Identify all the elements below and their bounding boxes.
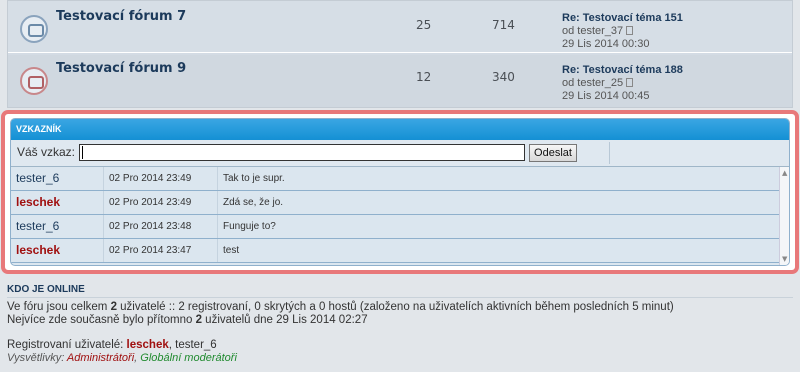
forum-topics-count: 12 — [416, 70, 432, 84]
message-row: tester_6 02 Pro 2014 23:48 Funguje to? — [11, 215, 779, 239]
online-title: KDO JE ONLINE — [7, 284, 85, 295]
divider — [217, 191, 218, 214]
scrollbar[interactable]: ▲ ▼ — [779, 167, 789, 265]
send-button[interactable]: Odeslat — [529, 144, 577, 162]
last-post-author: od tester_25 — [562, 77, 634, 89]
scroll-down-icon[interactable]: ▼ — [782, 255, 787, 263]
message-input[interactable] — [79, 144, 525, 161]
last-post-author-text[interactable]: od tester_25 — [562, 77, 623, 89]
message-time: 02 Pro 2014 23:49 — [109, 197, 192, 208]
message-user[interactable]: leschek — [16, 195, 60, 209]
message-user[interactable]: tester_6 — [16, 219, 59, 233]
message-row: leschek 02 Pro 2014 23:47 test — [11, 239, 779, 263]
divider — [7, 297, 793, 298]
message-row: tester_6 02 Pro 2014 23:49 Tak to je sup… — [11, 167, 779, 191]
online-text: Ve fóru jsou celkem — [7, 301, 111, 313]
forum-row: Testovací fórum 7 25 714 Re: Testovací t… — [8, 1, 792, 53]
text-caret — [82, 146, 83, 159]
forum-title[interactable]: Testovací fórum 7 — [56, 9, 186, 24]
legend-admins-link[interactable]: Administrátoři — [67, 352, 134, 364]
scroll-up-icon[interactable]: ▲ — [782, 169, 787, 177]
legend-label: Vysvětlivky: — [7, 352, 67, 364]
last-post-title[interactable]: Re: Testovací téma 151 — [562, 12, 683, 24]
online-record-line: Nejvíce zde současně bylo přítomno 2 uži… — [7, 314, 793, 327]
view-post-icon[interactable] — [626, 26, 634, 35]
message-user[interactable]: tester_6 — [16, 171, 59, 185]
divider — [103, 215, 104, 238]
message-user[interactable]: leschek — [16, 243, 60, 257]
shoutbox-highlight: VZKAZNÍK Váš vzkaz: Odeslat tester_6 02 … — [1, 110, 799, 274]
forum-list: Testovací fórum 7 25 714 Re: Testovací t… — [7, 0, 793, 108]
divider — [217, 167, 218, 190]
forum-posts-count: 340 — [492, 70, 515, 84]
registered-user-link[interactable]: leschek — [127, 339, 169, 351]
last-post-author: od tester_37 — [562, 25, 634, 37]
forum-row: Testovací fórum 9 12 340 Re: Testovací t… — [8, 55, 792, 107]
message-text: Zdá se, že jo. — [223, 197, 284, 208]
last-post-date: 29 Lis 2014 00:30 — [562, 38, 650, 50]
message-text: Tak to je supr. — [223, 173, 285, 184]
last-post-title[interactable]: Re: Testovací téma 188 — [562, 64, 683, 76]
message-list[interactable]: tester_6 02 Pro 2014 23:49 Tak to je sup… — [11, 167, 789, 265]
divider — [103, 239, 104, 262]
online-text: uživatelé :: 2 registrovaní, 0 skrytých … — [116, 301, 674, 313]
legend-global-mods-link[interactable]: Globální moderátoři — [140, 352, 237, 364]
online-users-line: Ve fóru jsou celkem 2 uživatelé :: 2 reg… — [7, 301, 793, 314]
shoutbox-form: Váš vzkaz: Odeslat — [11, 140, 789, 167]
message-time: 02 Pro 2014 23:48 — [109, 221, 192, 232]
forum-topics-count: 25 — [416, 18, 432, 32]
forum-read-icon — [20, 15, 48, 43]
who-is-online: KDO JE ONLINE Ve fóru jsou celkem 2 uživ… — [7, 284, 793, 365]
forum-locked-icon — [20, 67, 48, 95]
online-text: uživatelů dne 29 Lis 2014 02:27 — [201, 314, 368, 326]
message-label: Váš vzkaz: — [17, 145, 76, 159]
forum-posts-count: 714 — [492, 18, 515, 32]
shoutbox-title: VZKAZNÍK — [11, 119, 789, 140]
registered-user-link[interactable]: , tester_6 — [169, 339, 217, 351]
message-row: leschek 02 Pro 2014 23:49 Zdá se, že jo. — [11, 191, 779, 215]
last-post-date: 29 Lis 2014 00:45 — [562, 90, 650, 102]
divider — [609, 142, 610, 164]
last-post-author-text[interactable]: od tester_37 — [562, 25, 623, 37]
forum-title[interactable]: Testovací fórum 9 — [56, 61, 186, 76]
registered-label: Registrovaní uživatelé: — [7, 339, 127, 351]
legend: Vysvětlivky: Administrátoři, Globální mo… — [7, 352, 793, 365]
registered-users-line: Registrovaní uživatelé: leschek, tester_… — [7, 339, 793, 352]
view-post-icon[interactable] — [626, 78, 634, 87]
shoutbox: VZKAZNÍK Váš vzkaz: Odeslat tester_6 02 … — [10, 118, 790, 266]
message-time: 02 Pro 2014 23:49 — [109, 173, 192, 184]
divider — [103, 191, 104, 214]
message-text: Funguje to? — [223, 221, 276, 232]
divider — [217, 239, 218, 262]
message-text: test — [223, 245, 240, 256]
divider — [103, 167, 104, 190]
divider — [217, 215, 218, 238]
online-text: Nejvíce zde současně bylo přítomno — [7, 314, 196, 326]
message-time: 02 Pro 2014 23:47 — [109, 245, 192, 256]
